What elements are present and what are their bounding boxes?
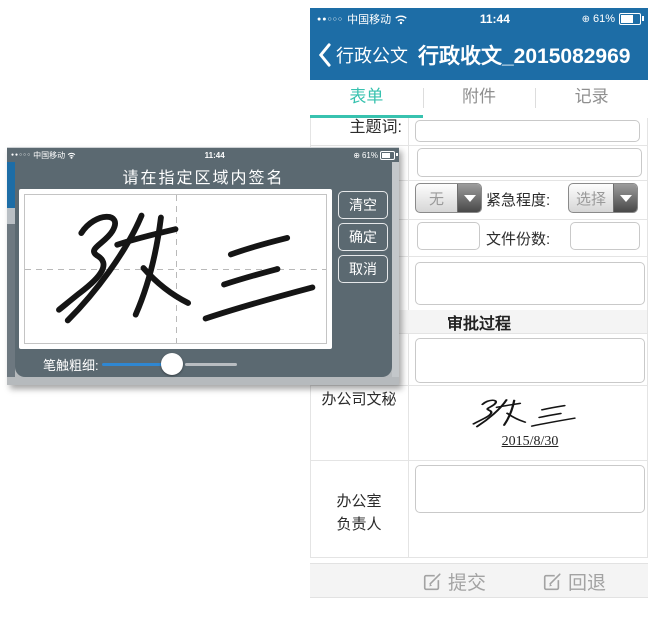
- secretary-label: 办公司文秘: [310, 388, 408, 409]
- dropdown-value: 选择: [569, 184, 613, 212]
- copies-label: 文件份数:: [486, 228, 566, 249]
- manager-textarea[interactable]: [415, 465, 645, 513]
- signal-strength-icon: ●●○○○: [317, 16, 343, 23]
- background-app-sliver: [392, 162, 399, 377]
- subject-input[interactable]: [415, 120, 640, 142]
- tab-divider: [423, 88, 424, 108]
- row-divider: [310, 145, 648, 146]
- submit-label: 提交: [448, 568, 486, 595]
- wifi-icon: [67, 152, 76, 159]
- subject-label: 主题词:: [310, 118, 402, 137]
- table-border: [408, 118, 409, 557]
- tab-form[interactable]: 表单: [310, 80, 423, 118]
- back-chevron-icon[interactable]: [318, 43, 331, 67]
- back-button[interactable]: 行政公文: [336, 42, 408, 68]
- nav-bar: 行政公文 行政收文_2015082969: [310, 30, 648, 80]
- form-input[interactable]: [417, 148, 642, 177]
- dropdown-value: 无: [416, 184, 457, 212]
- chevron-down-icon: [613, 184, 637, 212]
- dialog-title: 请在指定区域内签名: [15, 164, 392, 188]
- signature-canvas[interactable]: [19, 189, 332, 349]
- carrier-label: 中国移动: [347, 11, 391, 27]
- orientation-lock-icon: ⊕: [582, 14, 590, 25]
- clock-label: 11:44: [76, 151, 353, 160]
- table-border: [647, 118, 648, 557]
- background-app-sliver: [7, 162, 15, 377]
- stroke-width-label: 笔触粗细:: [43, 355, 99, 374]
- slider-track-empty[interactable]: [185, 363, 237, 366]
- battery-icon: [619, 13, 641, 25]
- compose-icon: [542, 572, 562, 592]
- row-divider: [310, 385, 648, 386]
- signature-drawing: [25, 195, 326, 343]
- form-input[interactable]: [417, 222, 480, 250]
- wifi-icon: [394, 14, 408, 25]
- rollback-label: 回退: [568, 568, 606, 595]
- tab-divider: [535, 88, 536, 108]
- row-divider: [310, 460, 648, 461]
- secretary-signature-drawing: [460, 395, 580, 432]
- confirm-button[interactable]: 确定: [338, 223, 388, 251]
- clear-button[interactable]: 清空: [338, 191, 388, 219]
- tab-bar: 表单 附件 记录: [310, 80, 648, 118]
- rollback-button[interactable]: 回退: [542, 568, 606, 595]
- battery-percent-label: 61%: [362, 151, 378, 160]
- cancel-button[interactable]: 取消: [338, 255, 388, 283]
- urgency-none-dropdown[interactable]: 无: [415, 183, 482, 213]
- manager-label-line1: 办公室: [310, 490, 408, 513]
- clock-label: 11:44: [408, 12, 581, 26]
- battery-icon: [380, 151, 395, 160]
- status-bar: ●●○○○ 中国移动 11:44 ⊕ 61%: [310, 8, 648, 30]
- compose-icon: [422, 572, 442, 592]
- tab-records[interactable]: 记录: [535, 80, 648, 118]
- manager-label-line2: 负责人: [310, 513, 408, 536]
- chevron-down-icon: [457, 184, 481, 212]
- row-divider: [310, 557, 648, 558]
- screenshot-stage: ●●○○○ 中国移动 11:44 ⊕ 61% 行政公文 行政收文_2015082…: [0, 0, 650, 625]
- signature-dialog-screenshot: ●●○○○ 中国移动 11:44 ⊕ 61% 请在指定区域内签名 清空 确: [7, 147, 399, 385]
- bottom-toolbar: 提交 回退: [310, 563, 648, 598]
- manager-label: 办公室 负责人: [310, 490, 408, 536]
- approval-textarea[interactable]: [415, 338, 645, 383]
- copies-input[interactable]: [570, 222, 640, 250]
- signal-strength-icon: ●●○○○: [11, 152, 31, 158]
- slider-track-filled[interactable]: [102, 363, 164, 366]
- battery-percent-label: 61%: [593, 13, 615, 25]
- urgency-label: 紧急程度:: [486, 189, 566, 210]
- tab-attachments[interactable]: 附件: [423, 80, 536, 118]
- status-bar: ●●○○○ 中国移动 11:44 ⊕ 61%: [7, 148, 399, 162]
- page-title: 行政收文_2015082969: [418, 40, 630, 70]
- orientation-lock-icon: ⊕: [353, 151, 360, 160]
- submit-button[interactable]: 提交: [422, 568, 486, 595]
- signature-canvas-area[interactable]: [24, 194, 327, 344]
- urgency-select-dropdown[interactable]: 选择: [568, 183, 638, 213]
- slider-thumb[interactable]: [161, 353, 183, 375]
- signature-date: 2015/8/30: [415, 434, 645, 450]
- form-textarea[interactable]: [415, 262, 645, 305]
- carrier-label: 中国移动: [33, 150, 65, 161]
